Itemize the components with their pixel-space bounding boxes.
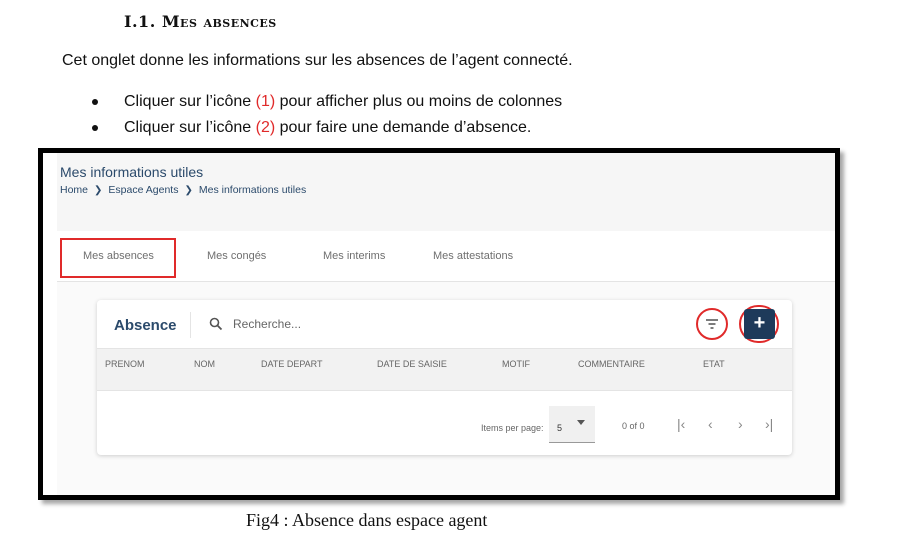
add-absence-button[interactable]: +: [744, 309, 775, 339]
column-header-date-depart[interactable]: DATE DEPART: [261, 359, 323, 369]
instruction-suffix: pour faire une demande d’absence.: [275, 119, 532, 136]
figure-caption: Fig4 : Absence dans espace agent: [246, 510, 488, 530]
section-title: Mes absences: [161, 12, 277, 31]
breadcrumb-current: Mes informations utiles: [198, 184, 307, 196]
tab-mes-attestations[interactable]: Mes attestations: [433, 250, 513, 262]
tab-mes-interims[interactable]: Mes interims: [323, 250, 385, 262]
instruction-list: Cliquer sur l’icône (1) pour afficher pl…: [92, 91, 562, 143]
table-header: PRENOM NOM DATE DEPART DATE DE SAISIE MO…: [97, 348, 792, 391]
tab-mes-conges[interactable]: Mes congés: [207, 250, 266, 262]
instruction-suffix: pour afficher plus ou moins de colonnes: [275, 93, 563, 110]
app-window: Mes informations utiles Home ❯ Espace Ag…: [57, 153, 835, 495]
instruction-item: Cliquer sur l’icône (1) pour afficher pl…: [92, 91, 562, 117]
instruction-marker: (2): [255, 119, 276, 136]
screenshot-frame: Mes informations utiles Home ❯ Espace Ag…: [38, 148, 840, 500]
instruction-prefix: Cliquer sur l’icône: [124, 119, 256, 136]
card-title: Absence: [114, 317, 177, 334]
section-number: I.1.: [124, 12, 156, 31]
app-header: Mes informations utiles Home ❯ Espace Ag…: [57, 153, 835, 231]
page-title: Mes informations utiles: [60, 164, 204, 180]
column-header-motif[interactable]: MOTIF: [502, 359, 530, 369]
breadcrumb-home[interactable]: Home: [60, 184, 88, 196]
column-header-commentaire[interactable]: COMMENTAIRE: [578, 359, 645, 369]
tab-bar: Mes absences Mes congés Mes interims Mes…: [57, 231, 835, 282]
instruction-item: Cliquer sur l’icône (2) pour faire une d…: [92, 117, 562, 143]
items-per-page-select[interactable]: 5: [549, 406, 595, 443]
filter-list-icon: [706, 319, 718, 329]
column-filter-button[interactable]: [696, 308, 728, 340]
search-input[interactable]: [233, 313, 433, 335]
column-header-nom[interactable]: NOM: [194, 359, 215, 369]
chevron-right-icon: ❯: [184, 184, 193, 196]
instruction-marker: (1): [255, 93, 276, 110]
paginator: Items per page: 5 0 of 0 |‹ ‹ › ›|: [97, 402, 792, 443]
first-page-icon[interactable]: |‹: [677, 416, 685, 432]
tab-mes-absences[interactable]: Mes absences: [83, 250, 154, 262]
intro-text: Cet onglet donne les informations sur le…: [62, 52, 573, 69]
items-per-page-label: Items per page:: [481, 423, 544, 433]
absence-card: Absence + PRENOM NOM DATE DEPART DA: [97, 300, 792, 455]
divider: [190, 312, 191, 338]
last-page-icon[interactable]: ›|: [765, 416, 773, 432]
chevron-right-icon: ❯: [94, 184, 103, 196]
breadcrumb-espace-agents[interactable]: Espace Agents: [108, 184, 178, 196]
column-header-etat[interactable]: ETAT: [703, 359, 725, 369]
page-range-label: 0 of 0: [622, 421, 645, 431]
section-heading: I.1. Mes absences: [124, 12, 277, 31]
items-per-page-value: 5: [557, 423, 563, 433]
bullet-icon: [92, 99, 98, 105]
previous-page-icon[interactable]: ‹: [708, 416, 713, 432]
bullet-icon: [92, 125, 98, 131]
breadcrumb: Home ❯ Espace Agents ❯ Mes informations …: [60, 184, 306, 196]
column-header-date-saisie[interactable]: DATE DE SAISIE: [377, 359, 447, 369]
instruction-prefix: Cliquer sur l’icône: [124, 93, 256, 110]
next-page-icon[interactable]: ›: [738, 416, 743, 432]
search-icon: [209, 317, 223, 331]
dropdown-caret-icon: [577, 420, 585, 425]
column-header-prenom[interactable]: PRENOM: [105, 359, 145, 369]
